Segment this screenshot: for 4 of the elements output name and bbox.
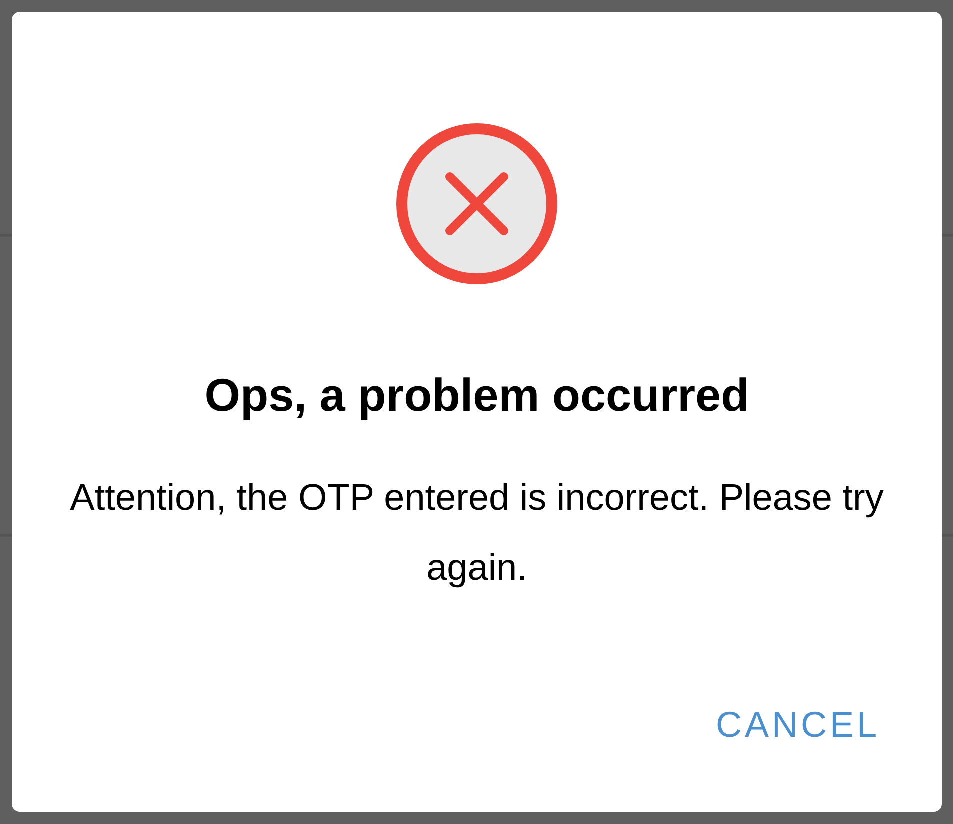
error-icon: [396, 123, 558, 285]
dialog-message: Attention, the OTP entered is incorrect. Please try again.: [69, 476, 885, 590]
cancel-button[interactable]: CANCEL: [704, 690, 892, 760]
dialog-title: Ops, a problem occurred: [204, 368, 750, 423]
